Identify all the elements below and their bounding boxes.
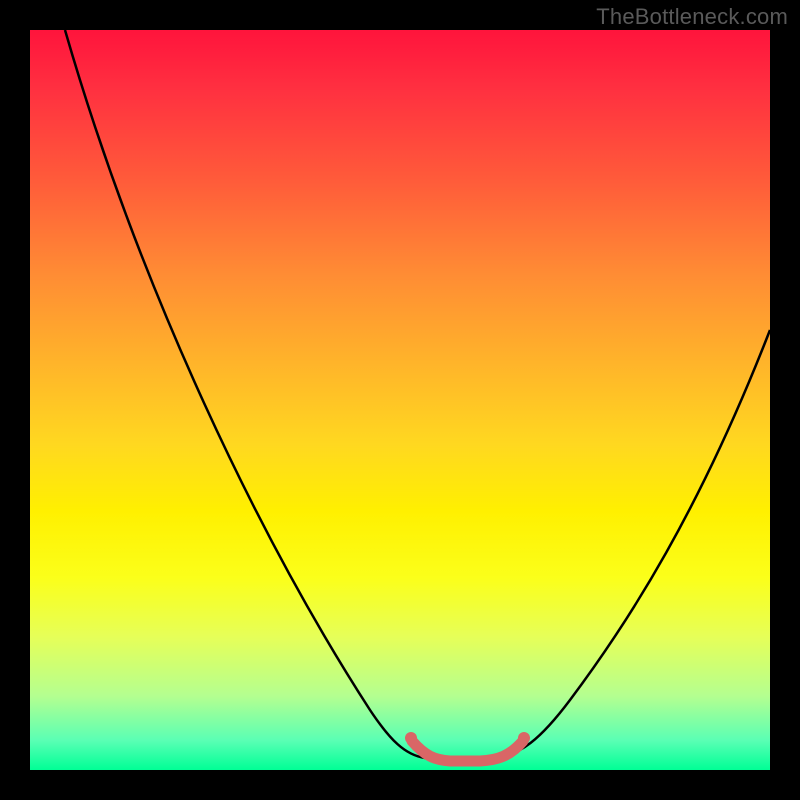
minimum-highlight-left-dot (405, 732, 417, 744)
minimum-highlight (412, 741, 523, 761)
plot-area (30, 30, 770, 770)
watermark-text: TheBottleneck.com (596, 4, 788, 30)
bottleneck-curve (65, 30, 770, 758)
minimum-highlight-right-dot (518, 732, 530, 744)
curve-layer (30, 30, 770, 770)
chart-frame: TheBottleneck.com (0, 0, 800, 800)
